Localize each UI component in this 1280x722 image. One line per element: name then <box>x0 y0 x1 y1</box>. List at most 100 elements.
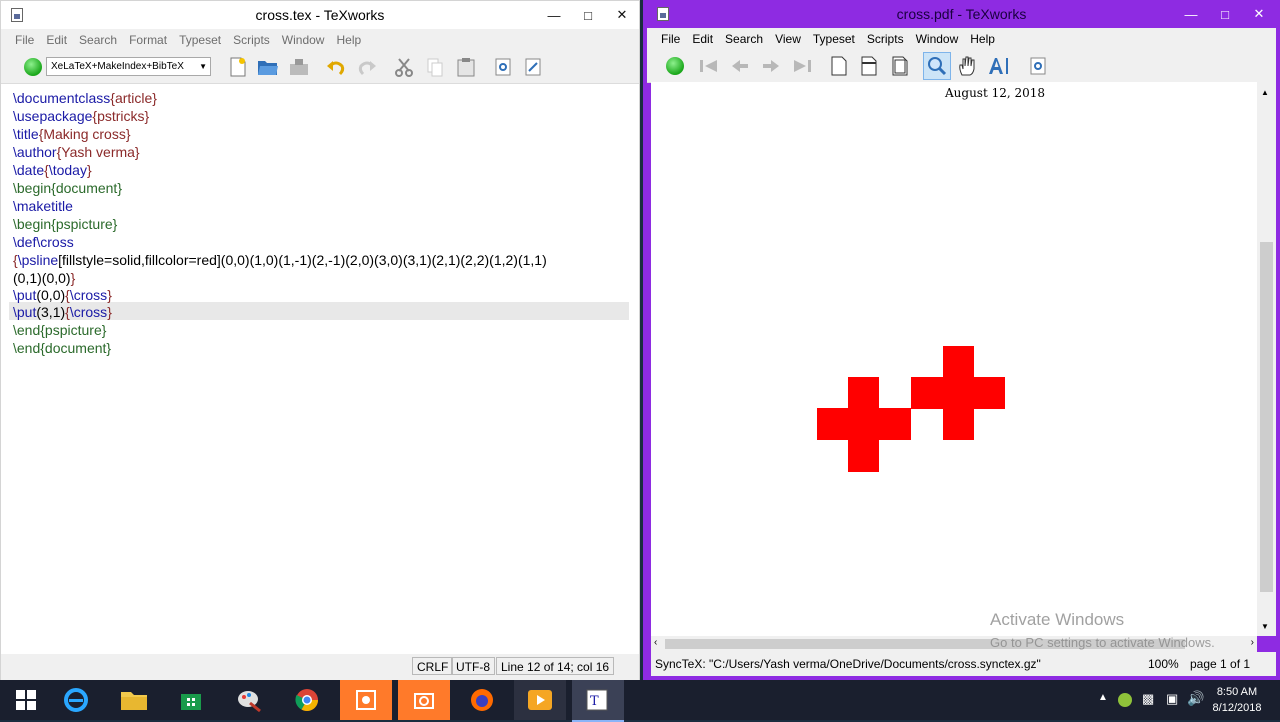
line-ending-indicator[interactable]: CRLF <box>412 657 454 675</box>
menu-window[interactable]: Window <box>916 32 959 46</box>
menu-window[interactable]: Window <box>282 33 325 47</box>
taskbar-store[interactable] <box>165 680 217 720</box>
taskbar-texworks[interactable]: T <box>572 680 624 722</box>
scroll-right-icon[interactable]: › <box>1251 637 1254 648</box>
actual-size-button[interactable] <box>827 55 851 77</box>
internet-explorer-icon <box>64 688 88 712</box>
scrollbar-thumb[interactable] <box>1260 242 1273 592</box>
taskbar: T ▲ ▩ ▣ 🔊 8:50 AM 8/12/2018 <box>0 680 1280 722</box>
taskbar-time[interactable]: 8:50 AM <box>1212 686 1262 698</box>
find-button[interactable] <box>491 56 515 78</box>
menu-search[interactable]: Search <box>725 32 763 46</box>
taskbar-date[interactable]: 8/12/2018 <box>1208 702 1266 714</box>
first-page-button[interactable] <box>697 55 721 77</box>
vertical-scrollbar[interactable]: ▲ ▼ <box>1257 82 1276 636</box>
taskbar-firefox[interactable] <box>456 680 508 720</box>
taskbar-screen-recorder[interactable] <box>340 680 392 720</box>
menu-format[interactable]: Format <box>129 33 167 47</box>
code-line: \begin{document} <box>13 180 122 196</box>
play-icon <box>24 58 42 76</box>
save-button[interactable] <box>287 56 311 78</box>
menu-view[interactable]: View <box>775 32 801 46</box>
show-hidden-icons[interactable]: ▲ <box>1098 692 1108 703</box>
copy-icon <box>427 58 443 77</box>
pan-tool-button[interactable] <box>955 55 979 77</box>
minimize-icon[interactable]: — <box>537 1 571 29</box>
menu-scripts[interactable]: Scripts <box>233 33 270 47</box>
maximize-icon[interactable]: □ <box>1208 0 1242 28</box>
taskbar-chrome[interactable] <box>281 680 333 720</box>
right-window-title: cross.pdf - TeXworks <box>896 6 1027 22</box>
close-icon[interactable]: ✕ <box>1242 0 1276 28</box>
find-icon <box>1030 57 1046 75</box>
copy-button[interactable] <box>423 56 447 78</box>
menu-typeset[interactable]: Typeset <box>179 33 221 47</box>
source-editor-window: cross.tex - TeXworks — □ ✕ File Edit Sea… <box>0 0 640 680</box>
maximize-icon[interactable]: □ <box>571 1 605 29</box>
replace-button[interactable] <box>521 56 545 78</box>
menu-search[interactable]: Search <box>79 33 117 47</box>
close-icon[interactable]: ✕ <box>605 1 639 29</box>
find-button[interactable] <box>1026 55 1050 77</box>
scroll-down-icon[interactable]: ▼ <box>1261 622 1269 631</box>
right-titlebar[interactable]: cross.pdf - TeXworks — □ ✕ <box>647 0 1276 28</box>
menu-typeset[interactable]: Typeset <box>813 32 855 46</box>
next-page-button[interactable] <box>759 55 783 77</box>
magnify-tool-button[interactable] <box>923 52 951 80</box>
code-line: \maketitle <box>13 198 73 214</box>
redo-icon <box>358 61 376 76</box>
taskbar-internet-explorer[interactable] <box>50 680 102 720</box>
menu-help[interactable]: Help <box>970 32 995 46</box>
menu-edit[interactable]: Edit <box>692 32 713 46</box>
cut-button[interactable] <box>392 56 416 78</box>
fit-window-button[interactable] <box>888 55 912 77</box>
page-icon <box>831 56 847 76</box>
taskbar-paint[interactable] <box>223 680 275 720</box>
screen-recorder-icon <box>356 690 376 710</box>
save-icon <box>290 59 308 75</box>
taskbar-file-explorer[interactable] <box>108 680 160 720</box>
crosses-drawing <box>817 346 1005 472</box>
volume-icon[interactable]: 🔊 <box>1187 690 1204 707</box>
code-editor[interactable]: \documentclass{article} \usepackage{pstr… <box>1 84 635 654</box>
start-button[interactable] <box>0 680 52 720</box>
encoding-indicator[interactable]: UTF-8 <box>451 657 495 675</box>
menu-file[interactable]: File <box>15 33 34 47</box>
minimize-icon[interactable]: — <box>1174 0 1208 28</box>
code-line: \end{document} <box>13 340 112 356</box>
undo-button[interactable] <box>324 56 348 78</box>
new-document-button[interactable] <box>226 56 250 78</box>
left-titlebar[interactable]: cross.tex - TeXworks — □ ✕ <box>1 1 639 29</box>
menu-edit[interactable]: Edit <box>46 33 67 47</box>
redo-button[interactable] <box>355 56 379 78</box>
typeset-engine-value: XeLaTeX+MakeIndex+BibTeX <box>51 61 184 72</box>
status-app-icon[interactable] <box>1118 693 1132 707</box>
typeset-engine-select[interactable]: XeLaTeX+MakeIndex+BibTeX ▼ <box>46 57 211 76</box>
monitor-icon[interactable]: ▣ <box>1166 691 1178 707</box>
scroll-left-icon[interactable]: ‹ <box>654 637 657 648</box>
last-page-button[interactable] <box>790 55 814 77</box>
zoom-level[interactable]: 100% <box>1148 652 1179 676</box>
last-page-icon <box>794 60 811 72</box>
taskbar-media-player[interactable] <box>514 680 566 720</box>
taskbar-screenshot-tool[interactable] <box>398 680 450 720</box>
typeset-button[interactable] <box>663 55 687 77</box>
open-button[interactable] <box>256 56 280 78</box>
menu-file[interactable]: File <box>661 32 680 46</box>
paint-icon <box>238 691 261 713</box>
fit-width-button[interactable] <box>857 55 881 77</box>
red-cross-1 <box>817 377 911 472</box>
pdf-page-view[interactable]: August 12, 2018 <box>651 82 1257 636</box>
chevron-down-icon: ▼ <box>199 62 207 71</box>
select-text-button[interactable] <box>987 55 1011 77</box>
code-line: \end{pspicture} <box>13 322 107 338</box>
typeset-button[interactable] <box>21 56 45 78</box>
paste-button[interactable] <box>454 56 478 78</box>
open-folder-icon <box>258 61 278 75</box>
scroll-up-icon[interactable]: ▲ <box>1261 88 1269 97</box>
network-icon[interactable]: ▩ <box>1142 691 1154 707</box>
menu-help[interactable]: Help <box>336 33 361 47</box>
menu-scripts[interactable]: Scripts <box>867 32 904 46</box>
previous-page-button[interactable] <box>728 55 752 77</box>
activate-windows-subtitle: Go to PC settings to activate Windows. <box>990 635 1215 650</box>
